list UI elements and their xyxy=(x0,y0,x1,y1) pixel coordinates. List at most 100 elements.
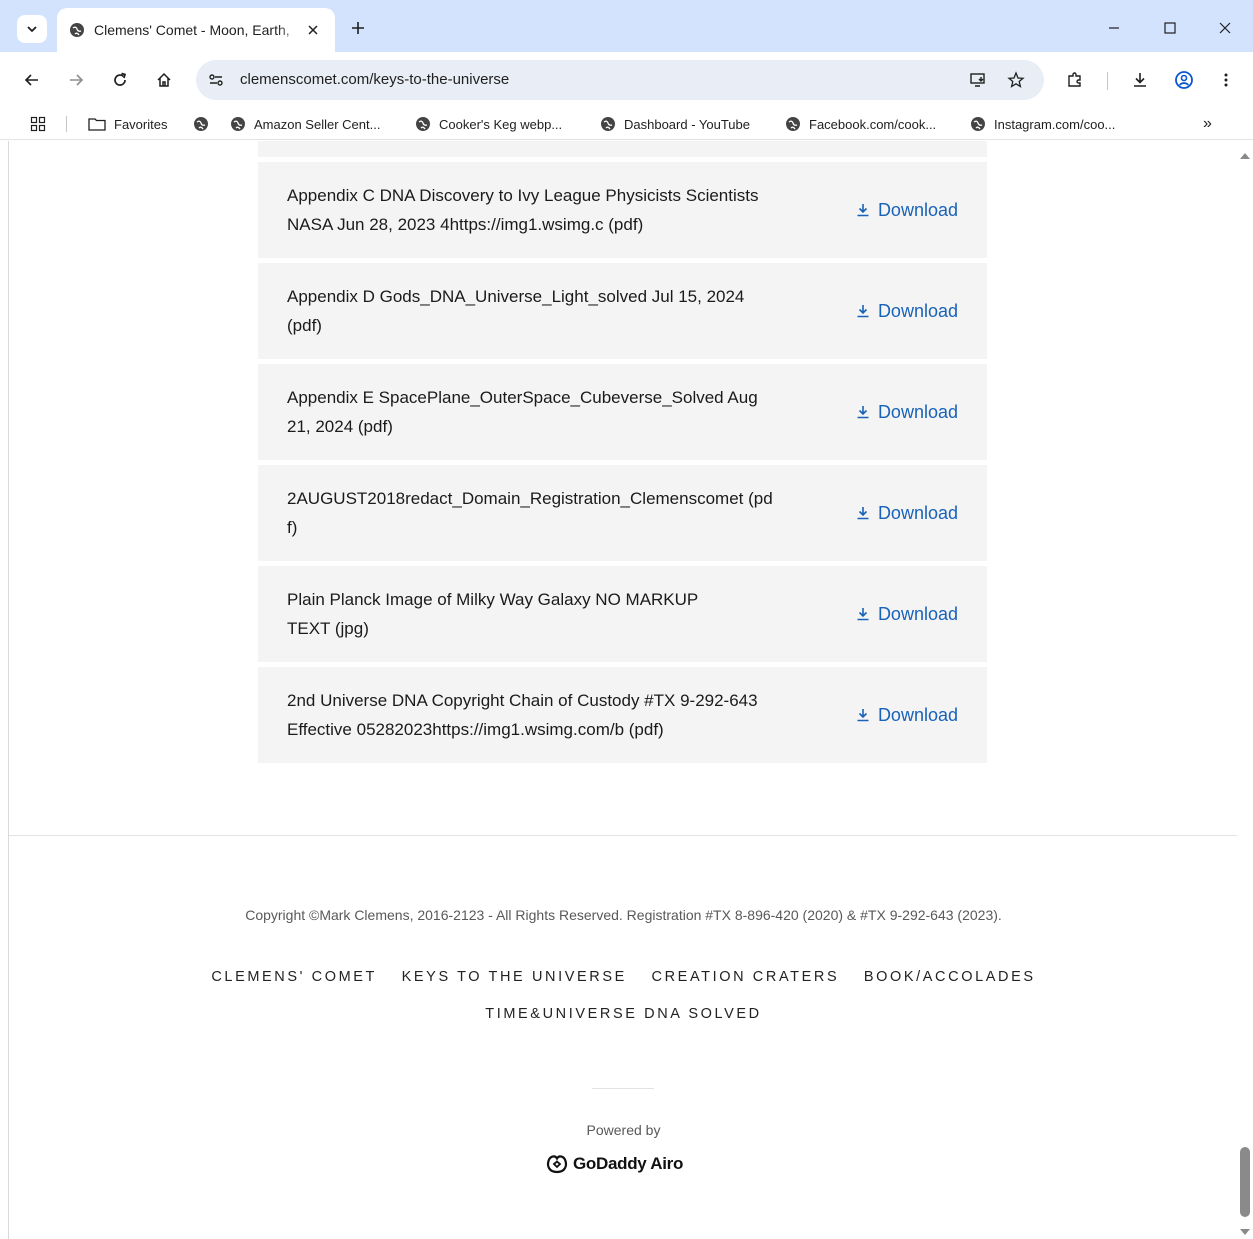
tune-icon xyxy=(209,74,223,86)
godaddy-airo-logo[interactable]: GoDaddy Airo xyxy=(545,1151,683,1177)
bookmark-amazon-seller[interactable]: Amazon Seller Cent... xyxy=(230,114,380,134)
bookmarks-bar: Favorites Amazon Seller Cent... Cooker's… xyxy=(0,108,1253,140)
bookmark-youtube-dashboard[interactable]: Dashboard - YouTube xyxy=(600,114,750,134)
active-tab[interactable]: Clemens' Comet - Moon, Earth, xyxy=(57,8,335,52)
bookmark-favorites[interactable]: Favorites xyxy=(88,114,167,134)
install-app-button[interactable] xyxy=(966,68,990,92)
footer-link-creation-craters[interactable]: CREATION CRATERS xyxy=(652,969,840,985)
file-row-partial xyxy=(258,141,987,157)
profile-button[interactable] xyxy=(1170,66,1198,94)
back-button[interactable] xyxy=(18,66,46,94)
url-text[interactable]: clemenscomet.com/keys-to-the-universe xyxy=(240,71,509,88)
more-vert-icon xyxy=(1224,73,1228,87)
maximize-button[interactable] xyxy=(1154,14,1186,42)
godaddy-logo-icon xyxy=(546,1155,568,1174)
apps-grid-icon xyxy=(30,116,46,132)
file-name: 2nd Universe DNA Copyright Chain of Cust… xyxy=(287,691,758,739)
footer-divider xyxy=(9,835,1237,836)
tab-close-button[interactable] xyxy=(303,20,323,40)
bookmark-star-button[interactable] xyxy=(1004,68,1028,92)
footer-link-book-accolades[interactable]: BOOK/ACCOLADES xyxy=(864,969,1036,985)
bookmark-facebook[interactable]: Facebook.com/cook... xyxy=(785,114,936,134)
footer-link-keys-to-the-universe[interactable]: KEYS TO THE UNIVERSE xyxy=(402,969,627,985)
close-window-button[interactable] xyxy=(1209,14,1241,42)
download-label: Download xyxy=(877,502,958,523)
footer-link-time-universe-dna[interactable]: TIME&UNIVERSE DNA SOLVED xyxy=(485,1006,761,1022)
chevron-double-right-icon: » xyxy=(1203,115,1212,132)
tab-title: Clemens' Comet - Moon, Earth, xyxy=(94,22,290,38)
tab-search-button[interactable] xyxy=(17,15,47,43)
menu-button[interactable] xyxy=(1212,66,1240,94)
site-info-button[interactable] xyxy=(204,68,228,92)
file-name: Appendix D Gods_DNA_Universe_Light_solve… xyxy=(287,287,745,335)
close-icon xyxy=(308,25,318,35)
powered-by-text: Powered by xyxy=(586,1122,661,1138)
extensions-button[interactable] xyxy=(1061,66,1089,94)
scroll-up-arrow[interactable] xyxy=(1240,153,1250,159)
page-viewport: Appendix C DNA Discovery to Ivy League P… xyxy=(8,141,1237,1239)
globe-icon xyxy=(70,23,84,37)
puzzle-icon xyxy=(1068,72,1081,87)
download-icon xyxy=(1134,73,1146,87)
file-name: Appendix E SpacePlane_OuterSpace_Cubever… xyxy=(287,388,758,436)
file-name: Plain Planck Image of Milky Way Galaxy N… xyxy=(287,590,698,638)
file-name: 2AUGUST2018redact_Domain_Registration_Cl… xyxy=(287,489,773,537)
toolbar-separator xyxy=(1107,72,1108,90)
file-row: Plain Planck Image of Milky Way Galaxy N… xyxy=(258,566,987,662)
reload-button[interactable] xyxy=(106,66,134,94)
downloads-button[interactable] xyxy=(1126,66,1154,94)
file-row: Appendix D Gods_DNA_Universe_Light_solve… xyxy=(258,263,987,359)
bookmark-unnamed[interactable] xyxy=(193,114,217,134)
footer-short-divider xyxy=(592,1088,654,1089)
download-icon xyxy=(857,406,869,419)
address-bar[interactable]: clemenscomet.com/keys-to-the-universe xyxy=(196,60,1044,100)
minimize-icon xyxy=(1109,27,1119,29)
bookmark-cookers-keg[interactable]: Cooker's Keg webp... xyxy=(415,114,562,134)
download-button[interactable]: Download xyxy=(856,200,958,221)
bookmark-instagram[interactable]: Instagram.com/coo... xyxy=(970,114,1115,134)
home-button[interactable] xyxy=(150,66,178,94)
globe-icon xyxy=(231,117,245,131)
file-download-list: Appendix C DNA Discovery to Ivy League P… xyxy=(258,141,987,768)
account-icon xyxy=(1175,71,1193,89)
file-row: Appendix C DNA Discovery to Ivy League P… xyxy=(258,162,987,258)
bookmarks-overflow-button[interactable]: » xyxy=(1203,114,1212,134)
home-icon xyxy=(157,72,171,87)
scroll-thumb[interactable] xyxy=(1240,1147,1250,1217)
scroll-down-arrow[interactable] xyxy=(1240,1229,1250,1235)
download-button[interactable]: Download xyxy=(856,705,958,726)
bookmarks-separator xyxy=(66,116,67,132)
download-icon xyxy=(857,305,869,318)
download-icon xyxy=(857,608,869,621)
download-icon xyxy=(857,709,869,722)
footer-link-clemens-comet[interactable]: CLEMENS' COMET xyxy=(211,969,377,985)
download-label: Download xyxy=(877,300,958,321)
bookmark-label: Facebook.com/cook... xyxy=(809,116,937,132)
bookmark-label: Favorites xyxy=(114,116,168,132)
download-button[interactable]: Download xyxy=(856,402,958,423)
browser-toolbar: clemenscomet.com/keys-to-the-universe xyxy=(0,52,1253,108)
brand-name: GoDaddy Airo xyxy=(573,1154,684,1173)
footer-nav-row: TIME&UNIVERSE DNA SOLVED xyxy=(9,1006,1237,1022)
forward-button[interactable] xyxy=(62,66,90,94)
download-button[interactable]: Download xyxy=(856,301,958,322)
close-icon xyxy=(1219,22,1231,34)
plus-icon xyxy=(352,22,364,34)
download-icon xyxy=(857,204,869,217)
download-button[interactable]: Download xyxy=(856,503,958,524)
apps-button[interactable] xyxy=(30,114,54,134)
download-label: Download xyxy=(877,401,958,422)
file-name: Appendix C DNA Discovery to Ivy League P… xyxy=(287,186,759,234)
download-icon xyxy=(857,507,869,520)
vertical-scrollbar[interactable] xyxy=(1237,141,1253,1239)
file-row: 2nd Universe DNA Copyright Chain of Cust… xyxy=(258,667,987,763)
folder-icon xyxy=(88,118,106,131)
minimize-button[interactable] xyxy=(1098,14,1130,42)
file-row: Appendix E SpacePlane_OuterSpace_Cubever… xyxy=(258,364,987,460)
reload-icon xyxy=(114,72,127,86)
footer-nav: CLEMENS' COMET KEYS TO THE UNIVERSE CREA… xyxy=(9,969,1237,1022)
download-button[interactable]: Download xyxy=(856,604,958,625)
install-icon xyxy=(970,73,985,87)
bookmark-label: Amazon Seller Cent... xyxy=(254,116,381,132)
new-tab-button[interactable] xyxy=(346,16,370,40)
